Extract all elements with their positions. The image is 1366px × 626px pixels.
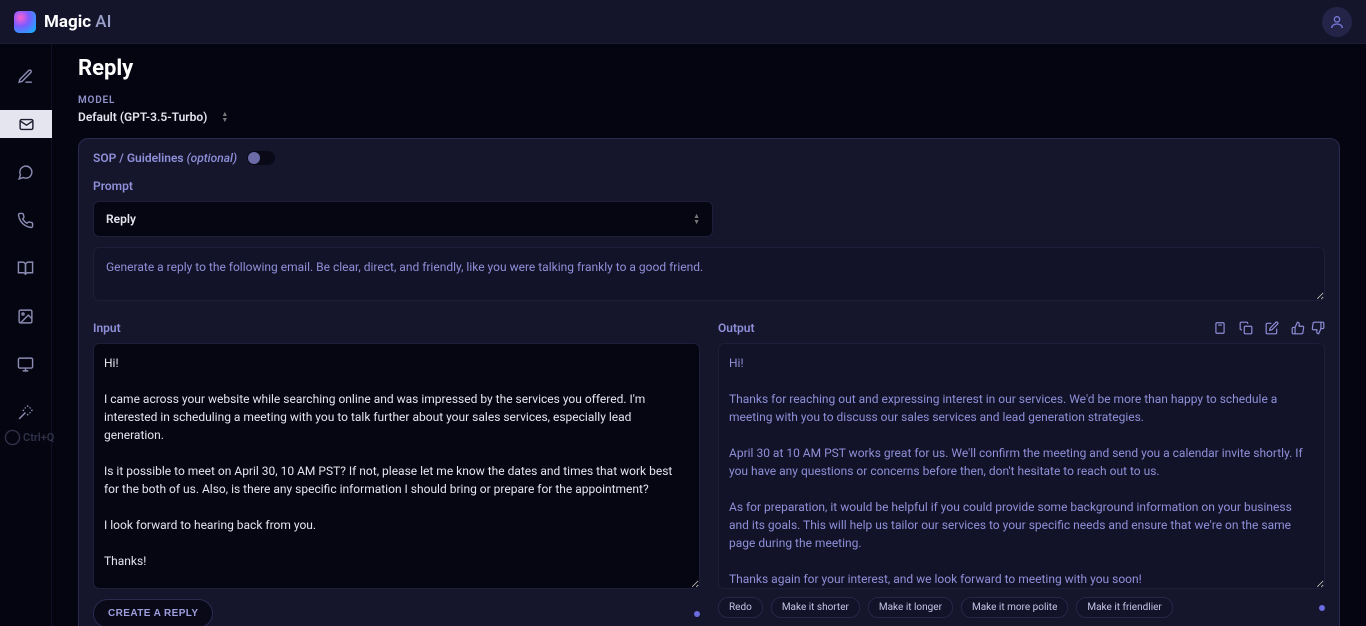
status-dot: [694, 611, 700, 617]
sop-optional: (optional): [187, 151, 237, 165]
brand-logo-icon: [14, 11, 36, 33]
chip-friendlier[interactable]: Make it friendlier: [1076, 597, 1172, 618]
thumbs-up-icon[interactable]: [1291, 321, 1305, 335]
chip-longer[interactable]: Make it longer: [868, 597, 953, 618]
edit-icon[interactable]: [1265, 321, 1279, 335]
output-text[interactable]: Hi! Thanks for reaching out and expressi…: [718, 343, 1325, 589]
status-dot: [1319, 605, 1325, 611]
sidebar: Ctrl+Q: [0, 44, 52, 626]
avatar-button[interactable]: [1322, 7, 1352, 37]
monitor-icon: [17, 356, 34, 373]
brand-title: Magic AI: [44, 12, 111, 32]
sidebar-item-phone[interactable]: [0, 206, 52, 234]
brand-light: AI: [95, 12, 111, 32]
brand-strong: Magic: [44, 12, 91, 32]
page-title: Reply: [78, 56, 1340, 81]
input-column: Input CREATE A REPLY: [93, 321, 700, 626]
brand: Magic AI: [14, 11, 111, 33]
shortcut-icon: [4, 429, 21, 446]
book-icon: [17, 260, 34, 277]
sidebar-item-image[interactable]: [0, 302, 52, 330]
input-label: Input: [93, 321, 700, 335]
sidebar-item-wand[interactable]: [0, 398, 52, 426]
model-select[interactable]: Default (GPT-3.5-Turbo) ▲▼: [78, 110, 1340, 124]
sop-toggle[interactable]: [247, 151, 275, 165]
sidebar-item-book[interactable]: [0, 254, 52, 282]
sidebar-item-monitor[interactable]: [0, 350, 52, 378]
input-textarea[interactable]: [93, 343, 700, 589]
chip-shorter[interactable]: Make it shorter: [771, 597, 860, 618]
chip-polite[interactable]: Make it more polite: [961, 597, 1068, 618]
layout: Ctrl+Q Reply MODEL Default (GPT-3.5-Turb…: [0, 44, 1366, 626]
sidebar-item-mail[interactable]: [0, 110, 52, 138]
io-columns: Input CREATE A REPLY Output: [93, 321, 1325, 626]
image-icon: [17, 308, 34, 325]
prompt-select[interactable]: Reply ▲▼: [93, 201, 713, 237]
sop-row: SOP / Guidelines (optional): [93, 151, 1325, 165]
model-value: Default (GPT-3.5-Turbo): [78, 110, 207, 124]
thumbs-down-icon[interactable]: [1311, 321, 1325, 335]
sidebar-item-compose[interactable]: [0, 62, 52, 90]
prompt-label: Prompt: [93, 179, 1325, 193]
output-label: Output: [718, 321, 754, 335]
output-chips: Redo Make it shorter Make it longer Make…: [718, 597, 1325, 618]
chevron-updown-icon: ▲▼: [693, 213, 700, 225]
prompt-selected: Reply: [106, 212, 136, 226]
feedback-thumbs: [1291, 321, 1325, 335]
user-icon: [1329, 14, 1345, 30]
prompt-textarea[interactable]: [93, 247, 1325, 301]
create-reply-button[interactable]: CREATE A REPLY: [93, 599, 213, 626]
chat-icon: [17, 164, 34, 181]
main-panel: SOP / Guidelines (optional) Prompt Reply…: [78, 138, 1340, 626]
output-column: Output Hi! Thanks for reaching out and e…: [718, 321, 1325, 626]
input-footer: CREATE A REPLY: [93, 599, 700, 626]
copy-icon[interactable]: [1239, 321, 1253, 335]
shortcut-text: Ctrl+Q: [23, 431, 54, 444]
sop-label: SOP / Guidelines (optional): [93, 151, 237, 165]
sop-label-text: SOP / Guidelines: [93, 151, 184, 165]
save-icon[interactable]: [1213, 321, 1227, 335]
topbar: Magic AI: [0, 0, 1366, 44]
output-header: Output: [718, 321, 1325, 335]
model-label: MODEL: [78, 95, 1340, 106]
main: Reply MODEL Default (GPT-3.5-Turbo) ▲▼ S…: [52, 44, 1366, 626]
sidebar-item-chat[interactable]: [0, 158, 52, 186]
mail-icon: [18, 116, 35, 133]
wand-icon: [17, 404, 34, 421]
compose-icon: [17, 68, 34, 85]
phone-icon: [17, 212, 34, 229]
output-actions: [1213, 321, 1325, 335]
shortcut-hint: Ctrl+Q: [4, 429, 54, 446]
chip-redo[interactable]: Redo: [718, 597, 763, 618]
chevron-updown-icon: ▲▼: [221, 111, 228, 123]
